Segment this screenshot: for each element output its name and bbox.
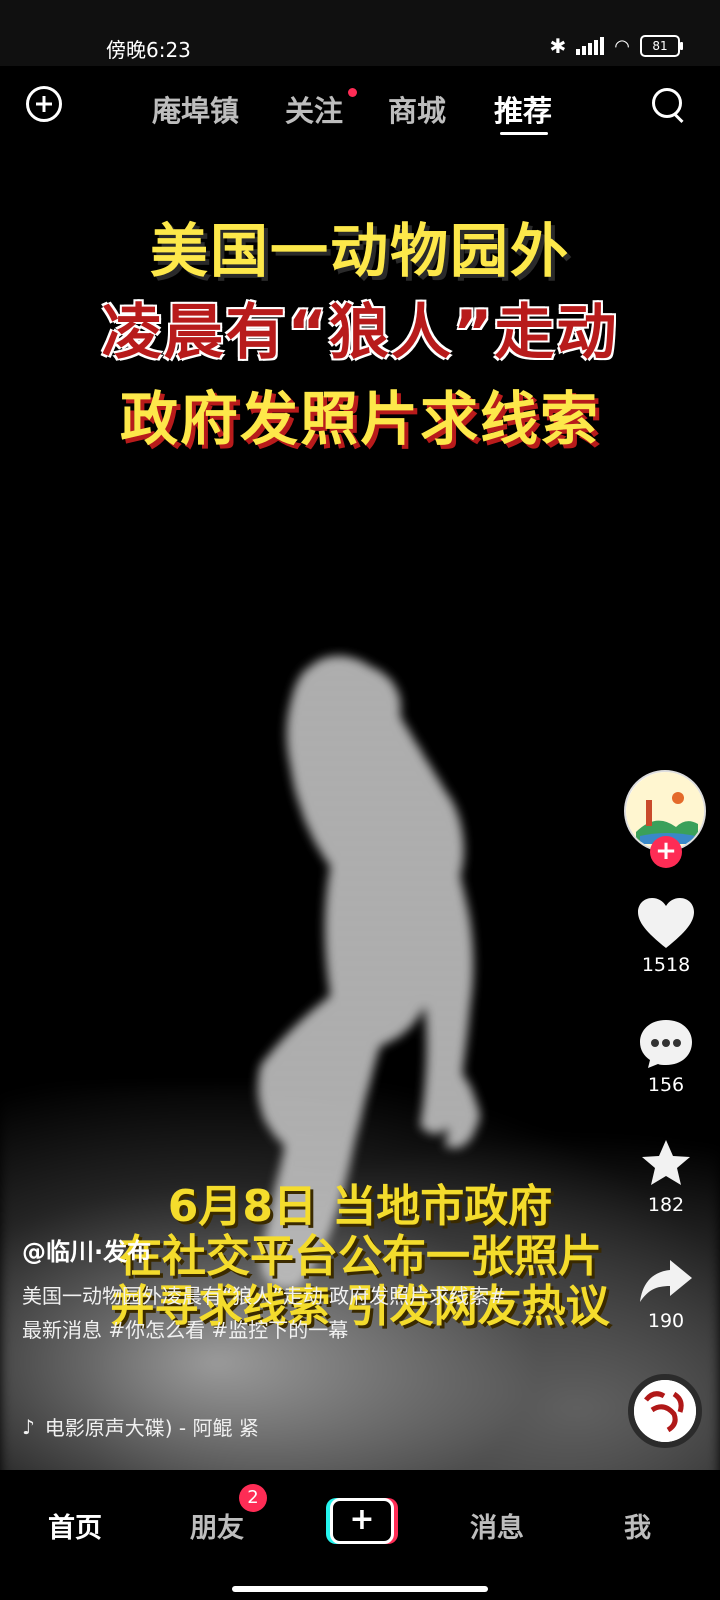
status-icons: ✱ ◠ 81 [549,34,683,58]
add-icon[interactable] [26,86,62,122]
favorite-button[interactable]: 182 [626,1138,706,1216]
battery-icon: 81 [640,35,683,57]
notification-dot [348,88,357,97]
create-plus-icon: + [330,1498,394,1544]
tab-mall[interactable]: 商城 [388,88,446,130]
search-icon[interactable] [650,86,686,124]
comment-button[interactable]: 156 [626,1018,706,1096]
follow-plus-icon[interactable]: + [650,836,682,868]
video-caption: @临川·发布 美国一动物园外凌晨有“狼人”走动 政府发照片求线索#最新消息 #你… [22,1232,522,1347]
star-icon [642,1140,690,1185]
home-indicator [232,1586,488,1592]
create-button[interactable]: + [326,1498,398,1544]
share-icon [640,1260,692,1302]
top-nav: 庵埠镇 关注 商城 推荐 [0,66,720,146]
nav-me[interactable]: 我 [624,1506,651,1545]
tab-recommend[interactable]: 推荐 [494,88,552,130]
status-bar: 傍晚6:23 ✱ ◠ 81 [0,0,720,66]
wifi-icon: ◠ [614,35,630,57]
active-tab-indicator [500,132,548,135]
nav-home[interactable]: 首页 [48,1506,102,1545]
music-info[interactable]: ♪ 电影原声大碟) - 阿鲲 紧 [22,1412,259,1441]
friends-badge: 2 [239,1484,267,1512]
author-name[interactable]: @临川·发布 [22,1232,522,1267]
battery-level: 81 [652,39,668,53]
favorite-count: 182 [647,1194,685,1216]
nav-messages[interactable]: 消息 [470,1506,524,1545]
comment-count: 156 [647,1074,685,1096]
signal-icon [576,37,605,55]
bluetooth-icon: ✱ [549,34,567,58]
status-time: 傍晚6:23 [106,38,191,62]
video-headline-line-1: 美国一动物园外 [149,217,570,285]
video-description[interactable]: 美国一动物园外凌晨有“狼人”走动 政府发照片求线索#最新消息 #你怎么看 #监控… [22,1279,522,1347]
share-button[interactable]: 190 [626,1256,706,1332]
like-count: 1518 [641,954,691,976]
bottom-nav: 首页 朋友 2 + 消息 我 [0,1470,720,1600]
comment-icon [640,1020,692,1068]
share-count: 190 [647,1310,685,1332]
music-note-icon: ♪ [22,1414,35,1439]
nav-friends[interactable]: 朋友 [190,1506,244,1545]
music-title: 电影原声大碟) - 阿鲲 紧 [44,1416,259,1440]
heart-icon [638,898,694,948]
video-headline-line-2: 凌晨有“狼人”走动 [101,298,619,368]
tab-local[interactable]: 庵埠镇 [152,88,239,130]
music-disc-art [634,1380,696,1442]
video-headline-line-3: 政府发照片求线索 [119,385,600,453]
like-button[interactable]: 1518 [626,898,706,976]
tab-following[interactable]: 关注 [285,88,343,130]
music-disc[interactable] [628,1374,702,1448]
